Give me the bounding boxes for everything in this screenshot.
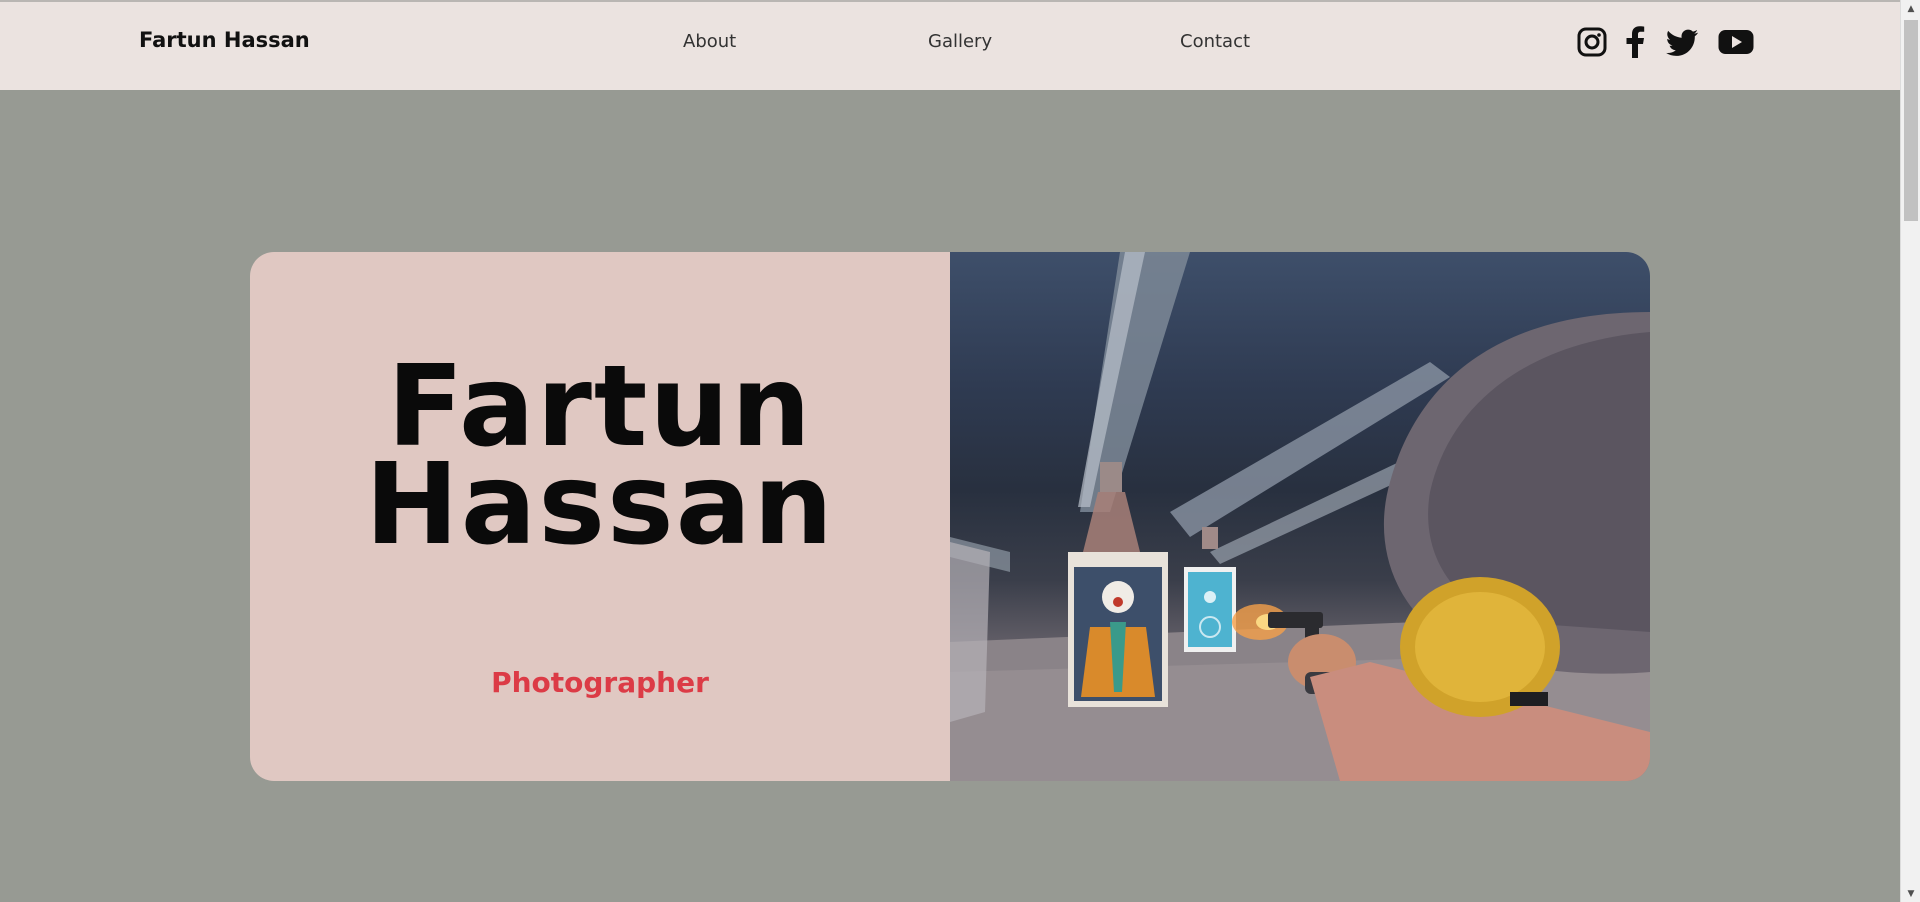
hero-text-panel: Fartun Hassan Photographer <box>250 252 950 781</box>
scroll-up-arrow-icon[interactable]: ▲ <box>1901 0 1920 17</box>
brand-logo-link[interactable]: Fartun Hassan <box>139 28 310 52</box>
youtube-icon[interactable] <box>1718 26 1754 58</box>
hero-photo <box>950 252 1650 781</box>
hero-card: Fartun Hassan Photographer <box>250 252 1650 781</box>
hero-name: Fartun Hassan <box>250 351 950 570</box>
hero-role: Photographer <box>491 666 709 699</box>
hero-name-last: Hassan <box>365 440 835 570</box>
twitter-icon[interactable] <box>1665 26 1699 58</box>
facebook-icon[interactable] <box>1624 26 1646 58</box>
scroll-down-arrow-icon[interactable]: ▼ <box>1901 885 1920 902</box>
nav-link-gallery[interactable]: Gallery <box>928 31 992 52</box>
nav-link-contact[interactable]: Contact <box>1180 31 1250 52</box>
shooting-range-photo <box>950 252 1650 781</box>
nav-link-about[interactable]: About <box>683 31 736 52</box>
instagram-icon[interactable] <box>1577 26 1607 58</box>
scrollbar[interactable]: ▲ ▼ <box>1900 0 1920 902</box>
scrollbar-thumb[interactable] <box>1904 20 1918 221</box>
navbar: Fartun Hassan About Gallery Contact <box>0 2 1900 90</box>
